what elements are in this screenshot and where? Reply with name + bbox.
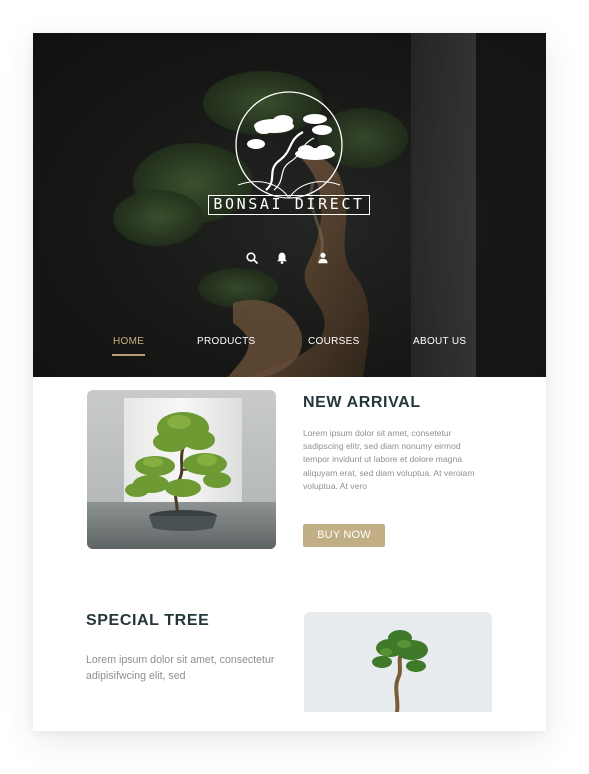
nav-home[interactable]: HOME — [111, 336, 146, 356]
buy-now-button[interactable]: BUY NOW — [303, 524, 385, 547]
special-tree-title: SPECIAL TREE — [86, 612, 210, 629]
new-arrival-description: Lorem ipsum dolor sit amet, consetetur s… — [303, 428, 475, 491]
email-card: BONSAI DIRECT HOME PRODUCTS COURSES ABOU… — [33, 33, 546, 731]
nav-about-us[interactable]: ABOUT US — [413, 336, 466, 347]
header-icon-bar — [33, 251, 546, 267]
hero-banner: BONSAI DIRECT HOME PRODUCTS COURSES ABOU… — [33, 33, 546, 377]
search-icon[interactable] — [245, 251, 259, 265]
new-arrival-bonsai-image — [87, 390, 276, 549]
nav-products[interactable]: PRODUCTS — [197, 336, 256, 347]
nav-courses[interactable]: COURSES — [308, 336, 360, 347]
main-nav: HOME PRODUCTS COURSES ABOUT US — [33, 336, 546, 358]
bell-icon[interactable] — [275, 251, 289, 265]
brand-name: BONSAI DIRECT — [208, 195, 370, 215]
special-tree-image — [304, 612, 492, 712]
special-tree-description: Lorem ipsum dolor sit amet, consectetur … — [86, 654, 275, 682]
new-arrival-title: NEW ARRIVAL — [303, 394, 421, 411]
user-icon[interactable] — [316, 251, 330, 265]
